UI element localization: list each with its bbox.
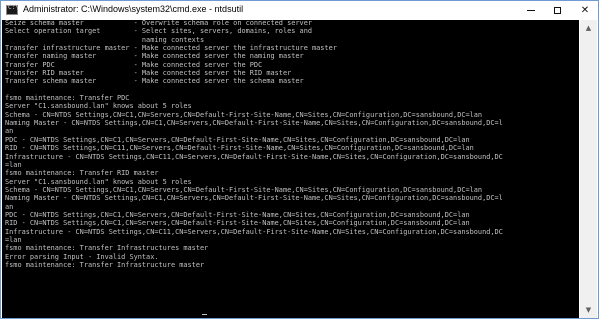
scroll-up-button[interactable]: ▲	[580, 20, 597, 36]
console-line: fsmo maintenance: Transfer PDC	[5, 94, 130, 103]
console-line: Transfer RID master - Make connected ser…	[5, 69, 292, 78]
console-line: RID - CN=NTDS Settings,CN=C1,CN=Servers,…	[5, 219, 470, 228]
console-line: fsmo maintenance: Transfer RID master	[5, 169, 159, 178]
cmd-icon: C:\	[6, 4, 19, 15]
console-line: an	[5, 127, 14, 136]
console-line: Infrastructure - CN=NTDS Settings,CN=C11…	[5, 227, 503, 236]
console-line: =lan	[5, 160, 22, 169]
console-line: Transfer schema master - Make connected …	[5, 77, 304, 86]
vertical-scrollbar[interactable]: ▲ ▼	[580, 20, 597, 318]
console-line: Error parsing Input - Invalid Syntax.	[5, 252, 159, 261]
console-line: Server "C1.sansbound.lan" knows about 5 …	[5, 102, 192, 111]
console-line: Schema - CN=NTDS Settings,CN=C1,CN=Serve…	[5, 110, 483, 119]
minimize-icon	[527, 10, 535, 11]
console-line: Seize schema master - Overwrite schema r…	[5, 20, 312, 27]
chevron-up-icon: ▲	[585, 24, 592, 32]
console-line: Select operation target - Select sites, …	[5, 27, 312, 36]
minimize-button[interactable]	[518, 1, 544, 20]
maximize-button[interactable]	[544, 1, 570, 20]
cmd-window: C:\ Administrator: C:\Windows\system32\c…	[0, 0, 599, 319]
title-bar[interactable]: C:\ Administrator: C:\Windows\system32\c…	[1, 1, 598, 20]
console-line: Server "C1.sansbound.lan" knows about 5 …	[5, 177, 192, 186]
console-line: naming contexts	[5, 35, 205, 44]
console-line: Transfer infrastructure master - Make co…	[5, 44, 337, 53]
console-line: Naming Master - CN=NTDS Settings,CN=C1,C…	[5, 119, 503, 128]
console-line: Schema - CN=NTDS Settings,CN=C1,CN=Serve…	[5, 185, 483, 194]
text-cursor	[202, 314, 207, 315]
console-line: an	[5, 202, 14, 211]
console-line: Naming Master - CN=NTDS Settings,CN=C1,C…	[5, 194, 503, 203]
chevron-down-icon: ▼	[585, 306, 592, 314]
close-button[interactable]: ✕	[572, 1, 598, 20]
console-line: Transfer naming master - Make connected …	[5, 52, 304, 61]
console-line: fsmo maintenance: Transfer Infrastructur…	[5, 244, 209, 253]
scroll-down-button[interactable]: ▼	[580, 302, 597, 318]
maximize-icon	[553, 7, 561, 14]
console-line: PDC - CN=NTDS Settings,CN=C1,CN=Servers,…	[5, 135, 470, 144]
console-line: Transfer PDC - Make connected server the…	[5, 60, 263, 69]
console-output[interactable]: Seize schema master - Overwrite schema r…	[2, 20, 579, 318]
console-line: Infrastructure - CN=NTDS Settings,CN=C11…	[5, 152, 503, 161]
console-lines: Seize schema master - Overwrite schema r…	[5, 20, 503, 269]
console-line: fsmo maintenance: Transfer Infrastructur…	[5, 260, 205, 269]
console-line: =lan	[5, 235, 22, 244]
console-line: RID - CN=NTDS Settings,CN=C11,CN=Servers…	[5, 144, 474, 153]
window-title: Administrator: C:\Windows\system32\cmd.e…	[23, 4, 244, 14]
close-icon: ✕	[580, 5, 590, 16]
console-line: PDC - CN=NTDS Settings,CN=C1,CN=Servers,…	[5, 210, 470, 219]
